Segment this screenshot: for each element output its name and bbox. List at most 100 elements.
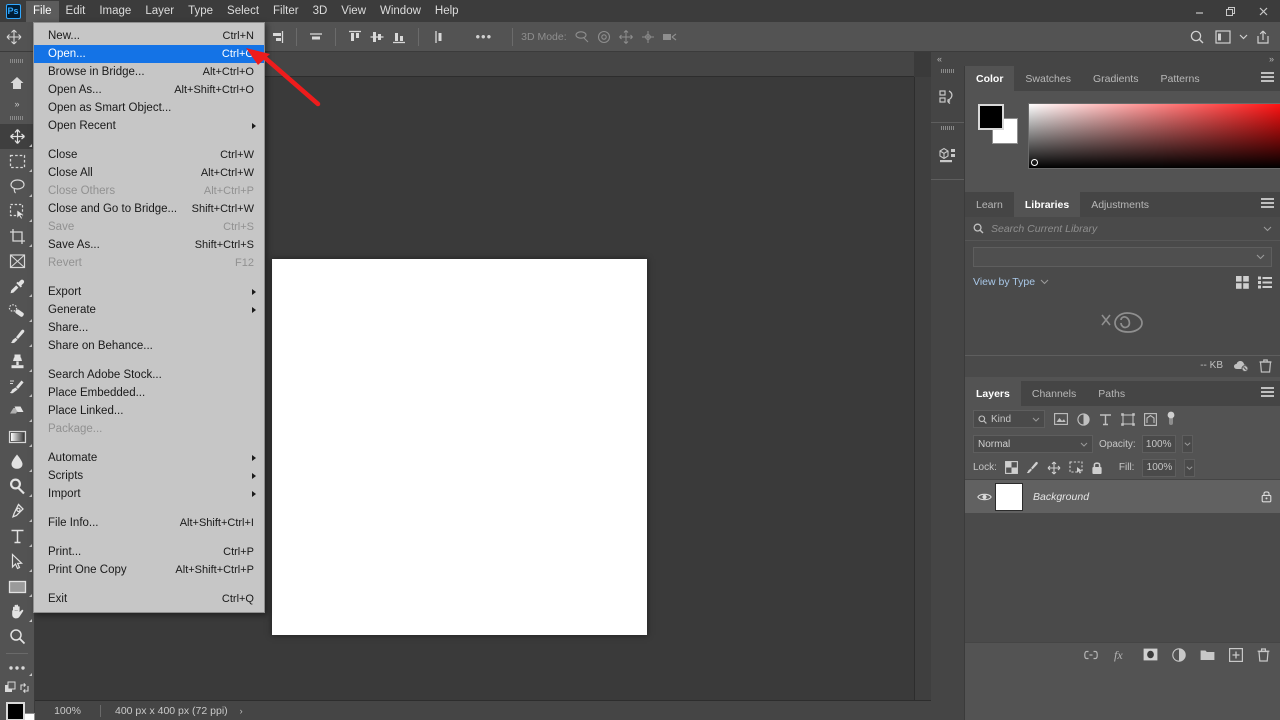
share-icon[interactable] <box>1250 22 1276 52</box>
fill-stepper[interactable] <box>1184 459 1195 477</box>
align-bottom-edges-icon[interactable] <box>388 26 410 48</box>
layer-filter-kind-select[interactable]: Kind <box>973 410 1045 428</box>
hand-tool[interactable] <box>0 599 34 624</box>
file-menu-item-new[interactable]: New...Ctrl+N <box>34 27 264 45</box>
rectangular-marquee-tool[interactable] <box>0 149 34 174</box>
brush-tool[interactable] <box>0 324 34 349</box>
tab-channels[interactable]: Channels <box>1021 381 1087 406</box>
frame-tool[interactable] <box>0 249 34 274</box>
view-by-type-label[interactable]: View by Type <box>973 276 1035 288</box>
pen-tool[interactable] <box>0 499 34 524</box>
more-options-button[interactable]: ••• <box>475 29 492 44</box>
rectangle-tool[interactable] <box>0 574 34 599</box>
menu-type[interactable]: Type <box>181 1 220 22</box>
file-menu-item-print[interactable]: Print...Ctrl+P <box>34 543 264 561</box>
status-expand-icon[interactable]: › <box>240 706 243 716</box>
file-menu-item-close-all[interactable]: Close AllAlt+Ctrl+W <box>34 164 264 182</box>
eyedropper-tool[interactable] <box>0 274 34 299</box>
file-menu-item-open[interactable]: Open...Ctrl+O <box>34 45 264 63</box>
menu-select[interactable]: Select <box>220 1 266 22</box>
restore-button[interactable] <box>1215 0 1246 22</box>
color-field-marker[interactable] <box>1031 159 1038 166</box>
layer-lock-icon[interactable] <box>1261 490 1272 503</box>
distribute-vertical-icon[interactable] <box>427 26 449 48</box>
history-panel-icon[interactable] <box>931 76 964 122</box>
dock-collapse-bar[interactable]: « » <box>931 52 1280 66</box>
chevron-down-icon[interactable] <box>1236 22 1250 52</box>
zoom-level[interactable]: 100% <box>35 705 100 717</box>
active-tool-preset-icon[interactable] <box>0 22 28 52</box>
layer-row[interactable]: Background <box>965 480 1280 514</box>
menu-filter[interactable]: Filter <box>266 1 306 22</box>
dodge-tool[interactable] <box>0 474 34 499</box>
layer-thumbnail[interactable] <box>995 483 1023 511</box>
tab-swatches[interactable]: Swatches <box>1014 66 1082 91</box>
layer-visibility-icon[interactable] <box>973 492 995 502</box>
file-menu-item-import[interactable]: Import <box>34 485 264 503</box>
collapse-right-icon[interactable]: » <box>1269 54 1274 64</box>
file-dropdown-menu[interactable]: New...Ctrl+NOpen...Ctrl+OBrowse in Bridg… <box>33 22 265 613</box>
menu-view[interactable]: View <box>334 1 373 22</box>
file-menu-item-close-and-go-to-bridge[interactable]: Close and Go to Bridge...Shift+Ctrl+W <box>34 200 264 218</box>
search-icon[interactable] <box>1184 22 1210 52</box>
tab-learn[interactable]: Learn <box>965 192 1014 217</box>
toolbar-expand-button[interactable]: » <box>0 96 34 112</box>
spot-healing-brush-tool[interactable] <box>0 299 34 324</box>
file-menu-item-open-recent[interactable]: Open Recent <box>34 117 264 135</box>
library-search-input[interactable]: Search Current Library <box>991 223 1263 235</box>
file-menu-item-scripts[interactable]: Scripts <box>34 467 264 485</box>
menu-image[interactable]: Image <box>92 1 138 22</box>
library-search-row[interactable]: Search Current Library <box>965 217 1280 241</box>
toolbar-grip[interactable] <box>0 52 34 70</box>
file-menu-item-open-as-smart-object[interactable]: Open as Smart Object... <box>34 99 264 117</box>
lasso-tool[interactable] <box>0 174 34 199</box>
color-swatches[interactable] <box>0 700 34 720</box>
edit-toolbar-tool[interactable] <box>0 658 34 678</box>
3d-camera-icon[interactable] <box>659 26 681 48</box>
layer-name[interactable]: Background <box>1033 491 1261 503</box>
document-canvas[interactable] <box>272 259 647 635</box>
menu-layer[interactable]: Layer <box>138 1 181 22</box>
menu-help[interactable]: Help <box>428 1 466 22</box>
eraser-tool[interactable] <box>0 399 34 424</box>
foreground-color-swatch[interactable] <box>6 702 25 720</box>
zoom-tool[interactable] <box>0 624 34 649</box>
home-button[interactable] <box>0 70 34 96</box>
file-menu-item-generate[interactable]: Generate <box>34 301 264 319</box>
file-menu-item-browse-in-bridge[interactable]: Browse in Bridge...Alt+Ctrl+O <box>34 63 264 81</box>
align-right-edges-icon[interactable] <box>266 26 288 48</box>
color-field[interactable] <box>1028 103 1280 169</box>
clone-stamp-tool[interactable] <box>0 349 34 374</box>
file-menu-item-share-on-behance[interactable]: Share on Behance... <box>34 337 264 355</box>
gradient-tool[interactable] <box>0 424 34 449</box>
close-button[interactable] <box>1246 0 1280 22</box>
3d-pan-icon[interactable] <box>615 26 637 48</box>
3d-roll-icon[interactable] <box>593 26 615 48</box>
menu-3d[interactable]: 3D <box>306 1 335 22</box>
3d-orbit-icon[interactable] <box>571 26 593 48</box>
tab-paths[interactable]: Paths <box>1087 381 1136 406</box>
color-panel-foreground-swatch[interactable] <box>978 104 1004 130</box>
layers-panel-menu-icon[interactable] <box>1261 387 1274 399</box>
libraries-panel-menu-icon[interactable] <box>1261 198 1274 210</box>
library-select[interactable] <box>973 247 1272 267</box>
vertical-scrollbar[interactable] <box>914 77 931 700</box>
tab-libraries[interactable]: Libraries <box>1014 192 1080 217</box>
file-menu-item-automate[interactable]: Automate <box>34 449 264 467</box>
3d-panel-icon[interactable] <box>931 133 964 179</box>
file-menu-item-open-as[interactable]: Open As...Alt+Shift+Ctrl+O <box>34 81 264 99</box>
file-menu-item-save-as[interactable]: Save As...Shift+Ctrl+S <box>34 236 264 254</box>
minimize-button[interactable] <box>1184 0 1215 22</box>
distribute-horizontal-icon[interactable] <box>305 26 327 48</box>
file-menu-item-close[interactable]: CloseCtrl+W <box>34 146 264 164</box>
history-brush-tool[interactable] <box>0 374 34 399</box>
move-tool[interactable] <box>0 124 34 149</box>
type-tool[interactable] <box>0 524 34 549</box>
path-selection-tool[interactable] <box>0 549 34 574</box>
file-menu-item-place-embedded[interactable]: Place Embedded... <box>34 384 264 402</box>
collapse-left-icon[interactable]: « <box>937 54 942 64</box>
opacity-stepper[interactable] <box>1182 435 1193 453</box>
file-menu-item-print-one-copy[interactable]: Print One CopyAlt+Shift+Ctrl+P <box>34 561 264 579</box>
default-colors-and-swap[interactable] <box>0 678 34 698</box>
file-menu-item-share[interactable]: Share... <box>34 319 264 337</box>
